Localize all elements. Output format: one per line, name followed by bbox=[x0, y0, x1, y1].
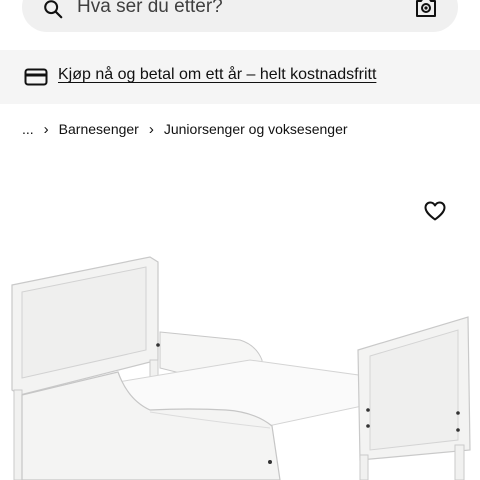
product-image[interactable] bbox=[0, 250, 480, 480]
chevron-right-icon: › bbox=[43, 120, 49, 138]
search-input[interactable]: Hva ser du etter? bbox=[77, 0, 223, 18]
promo-link[interactable]: Kjøp nå og betal om ett år – helt kostna… bbox=[58, 66, 376, 84]
credit-card-icon bbox=[24, 68, 48, 86]
camera-search-icon[interactable] bbox=[414, 0, 438, 18]
breadcrumb-ellipsis[interactable]: ... bbox=[22, 121, 34, 137]
promo-banner[interactable]: Kjøp nå og betal om ett år – helt kostna… bbox=[0, 50, 480, 104]
search-icon[interactable] bbox=[42, 0, 64, 20]
breadcrumb-item-barnesenger[interactable]: Barnesenger bbox=[59, 121, 139, 137]
search-bar[interactable]: Hva ser du etter? bbox=[22, 0, 458, 32]
chevron-right-icon: › bbox=[148, 120, 154, 138]
breadcrumb-item-juniorsenger[interactable]: Juniorsenger og voksesenger bbox=[164, 121, 348, 137]
heart-outline-icon[interactable] bbox=[423, 199, 447, 223]
breadcrumb: ... › Barnesenger › Juniorsenger og voks… bbox=[22, 119, 348, 139]
